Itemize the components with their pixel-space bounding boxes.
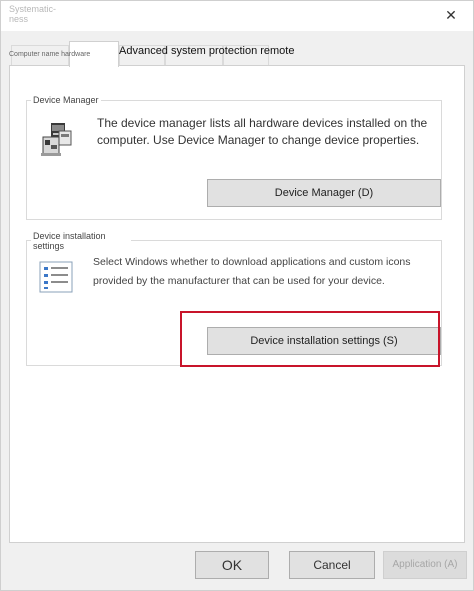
apply-button[interactable]: Application (A) — [383, 551, 467, 579]
tab-remote-label[interactable]: Advanced system protection remote — [119, 45, 294, 57]
device-installation-description: Select Windows whether to download appli… — [93, 256, 411, 287]
window-title: Systematic-ness — [9, 4, 57, 24]
device-manager-legend: Device Manager — [31, 95, 101, 105]
device-manager-button[interactable]: Device Manager (D) — [207, 179, 441, 207]
cancel-button[interactable]: Cancel — [289, 551, 375, 579]
device-manager-icon — [39, 121, 73, 157]
tab-content-panel: Device Manager The device manager lists … — [9, 65, 465, 543]
tab-strip: Computer name hardware Advanced system p… — [9, 41, 465, 67]
title-bar: Systematic-ness ✕ — [1, 1, 473, 31]
close-icon: ✕ — [445, 7, 457, 23]
checklist-icon — [39, 261, 73, 293]
device-installation-legend: Device installation settings — [31, 231, 131, 251]
device-manager-description: The device manager lists all hardware de… — [97, 116, 428, 147]
highlight-box — [180, 311, 440, 367]
device-manager-group: Device Manager The device manager lists … — [26, 95, 442, 220]
system-properties-window: Systematic-ness ✕ Computer name hardware… — [0, 0, 474, 591]
close-button[interactable]: ✕ — [441, 5, 461, 25]
tab-hardware-label: Computer name hardware — [9, 51, 91, 58]
ok-button[interactable]: OK — [195, 551, 269, 579]
